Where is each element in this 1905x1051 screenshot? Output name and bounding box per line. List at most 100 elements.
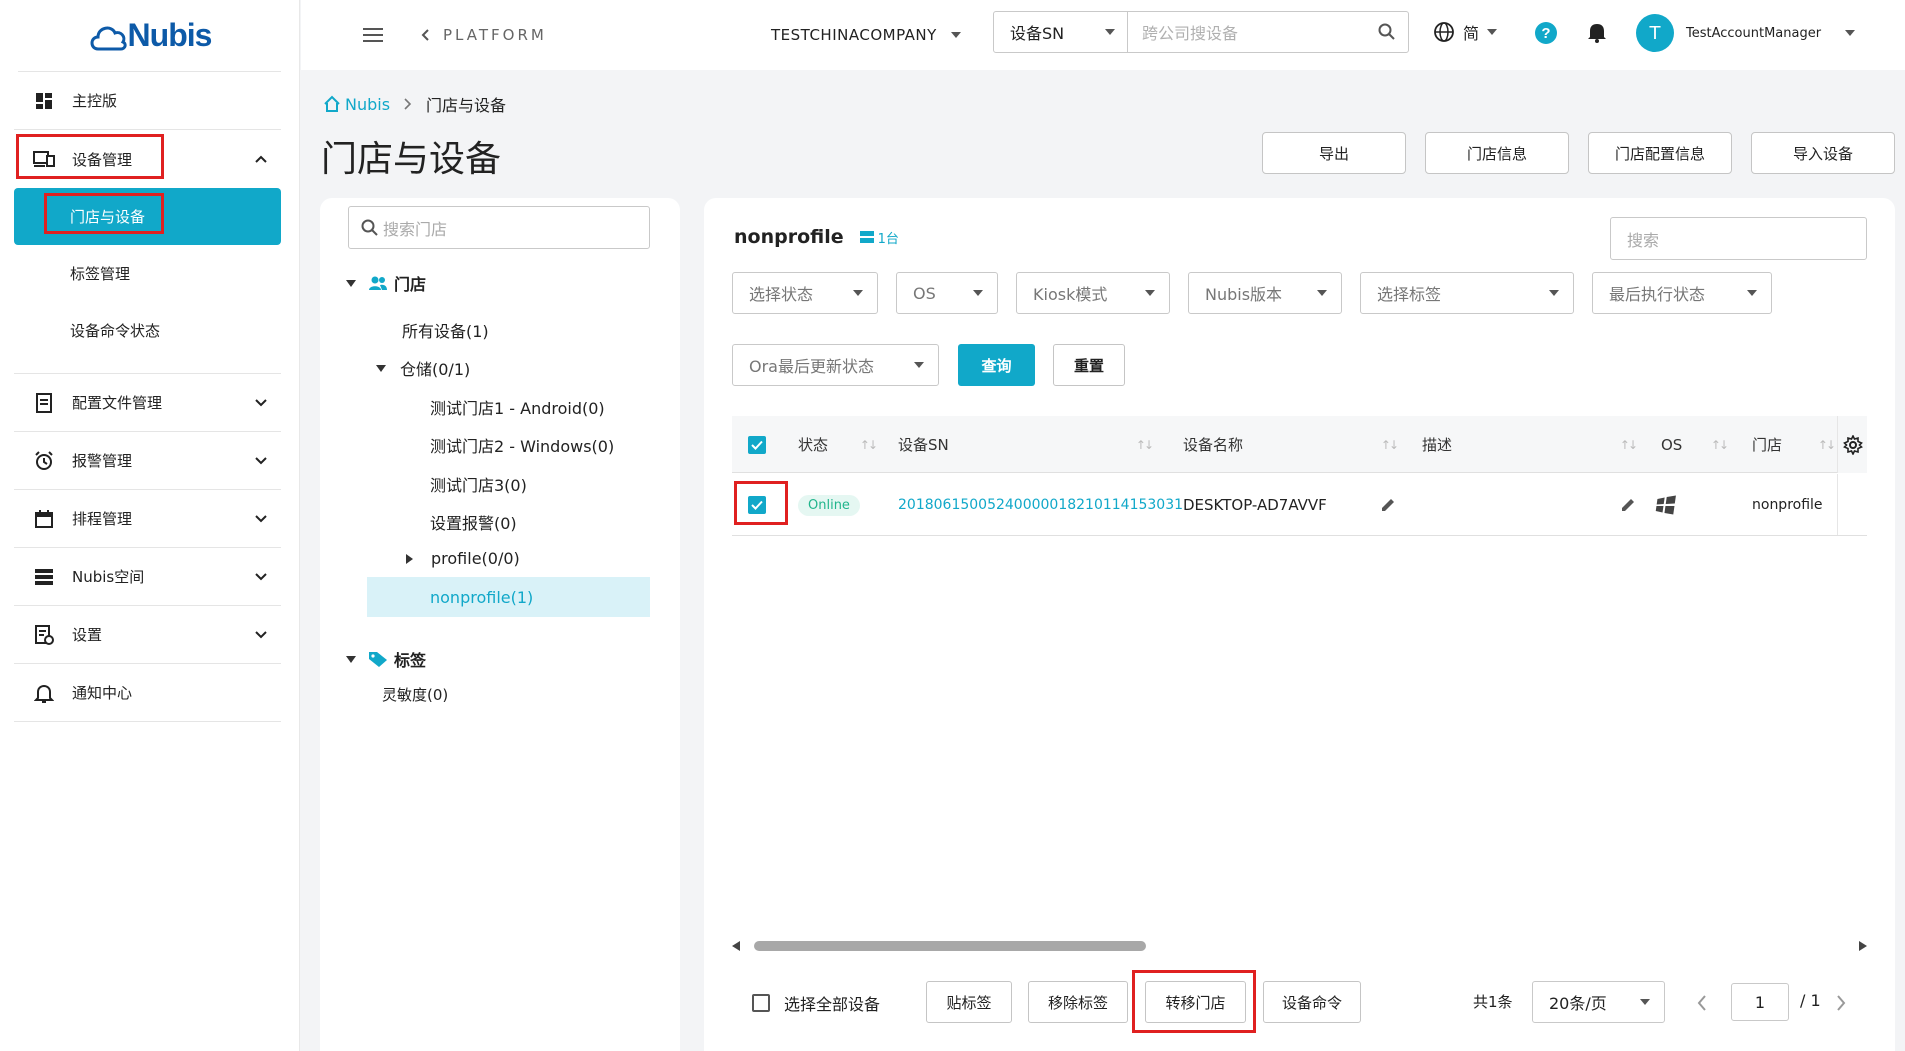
sort-icon[interactable]: ↑↓ [1381, 438, 1399, 452]
os-filter[interactable]: OS [896, 272, 998, 314]
sort-icon[interactable]: ↑↓ [1620, 438, 1638, 452]
device-command-button[interactable]: 设备命令 [1263, 981, 1361, 1023]
platform-label: PLATFORM [443, 26, 547, 44]
sn-link[interactable]: 20180615005240000018210114153031 [898, 474, 1183, 536]
reset-button[interactable]: 重置 [1053, 344, 1125, 386]
ora-update-status-filter[interactable]: Ora最后更新状态 [732, 344, 939, 386]
cross-company-search-input[interactable]: 跨公司搜设备 [1128, 12, 1408, 52]
row-checkbox[interactable] [748, 474, 766, 536]
sidebar-item-alarm[interactable]: 报警管理 [14, 432, 281, 490]
caret-down-icon [973, 290, 983, 296]
status-filter[interactable]: 选择状态 [732, 272, 878, 314]
sidebar-item-command-status[interactable]: 设备命令状态 [14, 302, 281, 359]
top-bar: PLATFORM TESTCHINACOMPANY 设备SN 跨公司搜设备 简 … [301, 0, 1905, 70]
tree-tag-item[interactable]: 灵敏度(0) [382, 684, 448, 705]
sidebar-item-dashboard[interactable]: 主控版 [14, 72, 281, 130]
sort-icon[interactable]: ↑↓ [860, 438, 878, 452]
device-search-input[interactable]: 搜索 [1610, 217, 1867, 260]
sidebar-item-config-files[interactable]: 配置文件管理 [14, 374, 281, 432]
transfer-store-button[interactable]: 转移门店 [1145, 981, 1246, 1023]
notification-bell-icon[interactable] [1587, 21, 1607, 47]
sidebar-item-stores-devices[interactable]: 门店与设备 [14, 188, 281, 245]
hamburger-menu-icon[interactable] [363, 23, 387, 47]
sidebar-item-tag-management[interactable]: 标签管理 [14, 245, 281, 302]
column-sn[interactable]: 设备SN ↑↓ [898, 416, 1154, 473]
column-settings-icon[interactable] [1837, 416, 1867, 473]
column-label: 设备SN [898, 436, 949, 454]
breadcrumb-home[interactable]: Nubis [323, 95, 390, 114]
sort-icon[interactable]: ↑↓ [1711, 438, 1729, 452]
store-cell: nonprofile [1752, 497, 1823, 513]
caret-down-icon [1747, 290, 1757, 296]
page-number-input[interactable]: 1 [1731, 983, 1789, 1021]
last-exec-status-filter[interactable]: 最后执行状态 [1592, 272, 1772, 314]
dashboard-icon [32, 89, 56, 113]
tree-node-warehouse[interactable]: 仓储(0/1) [376, 356, 470, 380]
tree-node-store3[interactable]: 测试门店3(0) [430, 472, 527, 496]
caret-down-icon [1845, 30, 1856, 36]
tree-node-profile[interactable]: profile(0/0) [406, 549, 520, 568]
horizontal-scrollbar[interactable] [732, 938, 1867, 954]
tree-node-store2[interactable]: 测试门店2 - Windows(0) [430, 433, 614, 457]
search-type-select[interactable]: 设备SN [994, 12, 1128, 52]
sidebar-item-notifications[interactable]: 通知中心 [14, 664, 281, 722]
chevron-right-icon [404, 98, 412, 110]
sidebar-item-settings[interactable]: 设置 [14, 606, 281, 664]
chevron-down-icon [249, 630, 273, 639]
device-search: 设备SN 跨公司搜设备 [993, 11, 1409, 53]
add-tag-button[interactable]: 贴标签 [926, 981, 1012, 1023]
sort-icon[interactable]: ↑↓ [1818, 438, 1834, 452]
tree-node-all-devices[interactable]: 所有设备(1) [402, 318, 489, 342]
sidebar-item-nubis-space[interactable]: Nubis空间 [14, 548, 281, 606]
remove-tag-button[interactable]: 移除标签 [1028, 981, 1128, 1023]
next-page-icon[interactable] [1836, 995, 1846, 1011]
sidebar-item-device-management[interactable]: 设备管理 [14, 130, 281, 188]
tree-node-alarm[interactable]: 设置报警(0) [430, 510, 517, 534]
nubis-logo[interactable]: Nubis [18, 0, 281, 72]
query-button[interactable]: 查询 [958, 344, 1035, 386]
export-button[interactable]: 导出 [1262, 132, 1406, 174]
scroll-right-icon[interactable] [1859, 941, 1867, 951]
collapse-icon [346, 279, 356, 287]
select-all-rows-checkbox[interactable] [748, 416, 766, 473]
tree-node-nonprofile[interactable]: nonprofile(1) [367, 577, 650, 617]
company-selector[interactable]: TESTCHINACOMPANY [771, 26, 961, 44]
bell-outline-icon [32, 681, 56, 705]
collapse-icon [376, 364, 386, 372]
select-all-devices[interactable]: 选择全部设备 [752, 991, 880, 1015]
import-devices-button[interactable]: 导入设备 [1751, 132, 1895, 174]
column-status[interactable]: 状态 ↑↓ [798, 416, 878, 473]
caret-down-icon [1549, 290, 1559, 296]
scrollbar-thumb[interactable] [754, 941, 1146, 951]
column-device-name[interactable]: 设备名称 ↑↓ [1183, 416, 1399, 473]
prev-page-icon[interactable] [1697, 995, 1707, 1011]
store-search-input[interactable]: 搜索门店 [348, 206, 650, 249]
scroll-left-icon[interactable] [732, 941, 740, 951]
search-icon[interactable] [1378, 23, 1396, 41]
nubis-version-filter[interactable]: Nubis版本 [1188, 272, 1342, 314]
help-icon[interactable]: ? [1534, 21, 1558, 49]
tree-node-tags[interactable]: 标签 [346, 647, 426, 671]
tree-node-stores[interactable]: 门店 [346, 271, 426, 295]
language-selector[interactable]: 简 [1433, 20, 1498, 44]
column-label: 设备名称 [1183, 436, 1244, 454]
column-description[interactable]: 描述 ↑↓ [1422, 416, 1638, 473]
edit-description-icon[interactable] [1620, 474, 1636, 536]
sort-icon[interactable]: ↑↓ [1136, 438, 1154, 452]
store-config-info-button[interactable]: 门店配置信息 [1588, 132, 1732, 174]
total-count: 共1条 [1473, 993, 1513, 1011]
page-size-value: 20条/页 [1549, 994, 1607, 1013]
column-os[interactable]: OS ↑↓ [1661, 416, 1729, 473]
tag-filter[interactable]: 选择标签 [1360, 272, 1574, 314]
edit-name-icon[interactable] [1380, 474, 1396, 536]
column-store[interactable]: 门店 ↑↓ [1752, 416, 1834, 473]
kiosk-mode-filter[interactable]: Kiosk模式 [1016, 272, 1170, 314]
sidebar-item-schedule[interactable]: 排程管理 [14, 490, 281, 548]
page-size-select[interactable]: 20条/页 [1532, 981, 1665, 1023]
platform-back-link[interactable]: PLATFORM [421, 26, 547, 44]
tree-node-store1[interactable]: 测试门店1 - Android(0) [430, 395, 605, 419]
table-row[interactable]: Online 20180615005240000018210114153031 … [732, 474, 1867, 536]
user-menu[interactable]: T TestAccountManager [1636, 14, 1856, 52]
globe-icon [1434, 22, 1454, 42]
store-info-button[interactable]: 门店信息 [1425, 132, 1569, 174]
